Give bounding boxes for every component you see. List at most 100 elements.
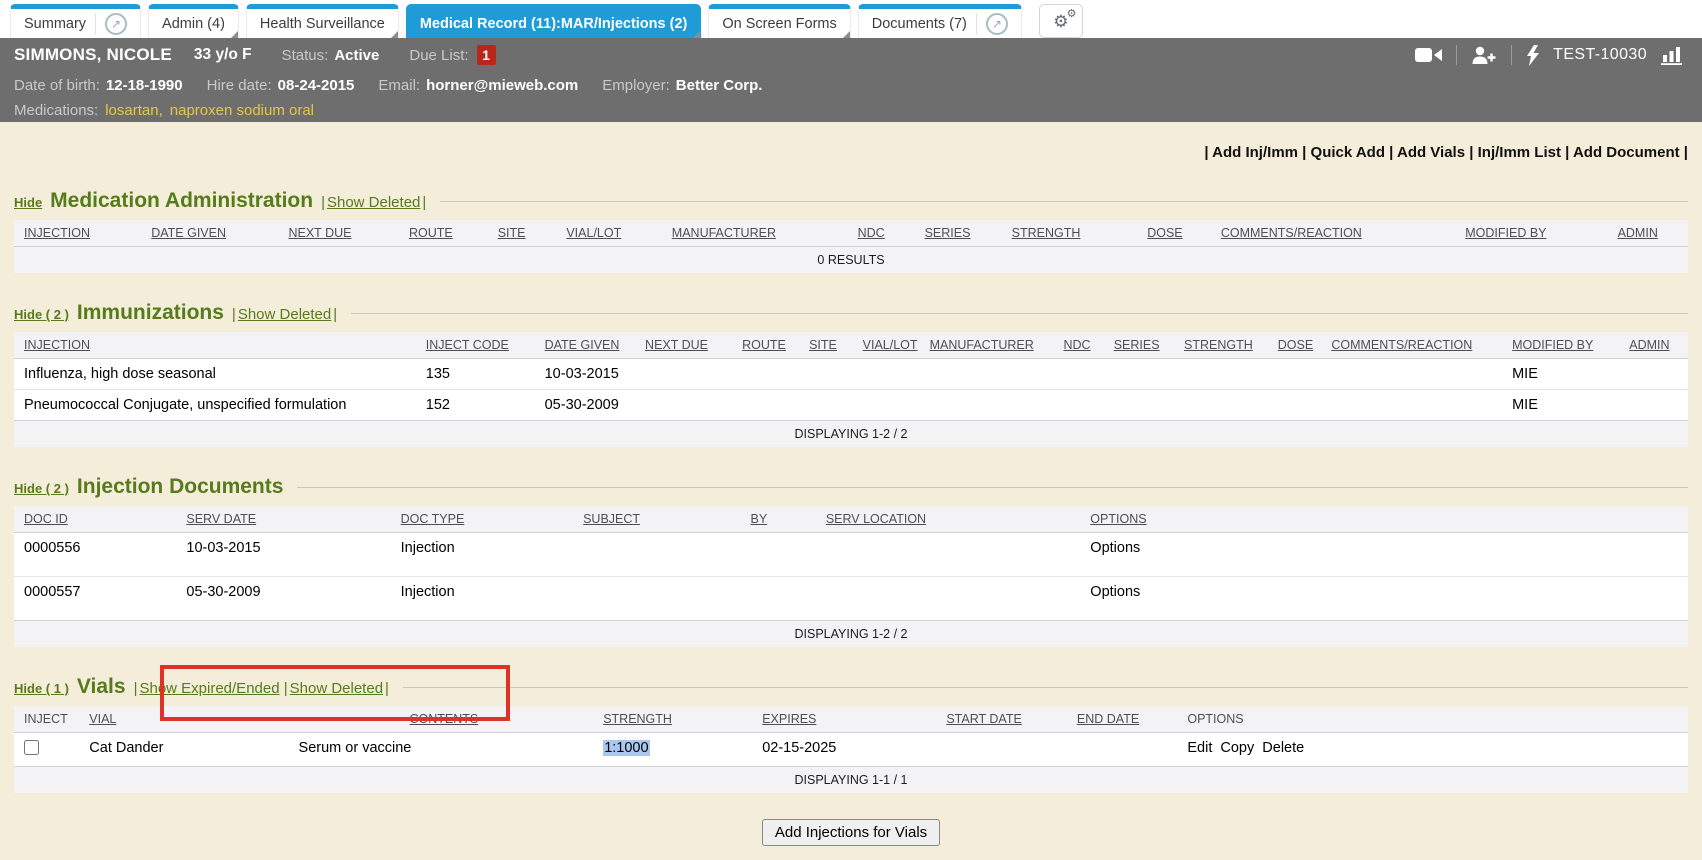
- due-list-badge[interactable]: 1: [477, 45, 496, 65]
- quick-add-link[interactable]: Quick Add: [1302, 144, 1385, 161]
- tab-admin[interactable]: Admin (4): [148, 4, 239, 38]
- add-vials-link[interactable]: Add Vials: [1389, 144, 1465, 161]
- document-row[interactable]: 0000556 10-03-2015 Injection Options: [14, 533, 1688, 577]
- hide-link[interactable]: Hide: [14, 195, 42, 210]
- add-injections-for-vials-button[interactable]: Add Injections for Vials: [762, 819, 940, 846]
- tab-on-screen-forms[interactable]: On Screen Forms: [708, 4, 850, 38]
- column-header[interactable]: CONTENTS: [289, 706, 594, 733]
- column-header[interactable]: NEXT DUE: [278, 220, 399, 247]
- lightning-bolt-icon[interactable]: [1526, 45, 1539, 66]
- show-deleted-link[interactable]: Show Deleted: [232, 306, 337, 323]
- column-header[interactable]: COMMENTS/REACTION: [1321, 332, 1502, 359]
- column-header[interactable]: INJECTION: [14, 220, 141, 247]
- video-camera-icon[interactable]: [1415, 46, 1442, 64]
- column-header[interactable]: INJECT CODE: [416, 332, 535, 359]
- column-header[interactable]: DOC TYPE: [391, 506, 573, 533]
- popout-icon[interactable]: ↗: [105, 13, 127, 35]
- hide-link[interactable]: Hide ( 2 ): [14, 481, 69, 496]
- add-inj-imm-link[interactable]: Add Inj/Imm: [1204, 144, 1298, 161]
- medication-link-naproxen[interactable]: naproxen sodium oral: [170, 102, 314, 119]
- tab-medical-record[interactable]: Medical Record (11):MAR/Injections (2): [406, 4, 702, 38]
- section-rule: [351, 313, 1688, 314]
- cell-date-given: 10-03-2015: [535, 359, 635, 390]
- column-header[interactable]: SERV LOCATION: [816, 506, 1080, 533]
- delete-link[interactable]: Delete: [1262, 740, 1304, 756]
- column-header[interactable]: OPTIONS: [1080, 506, 1688, 533]
- vial-row[interactable]: Cat Dander Serum or vaccine 1:1000 02-15…: [14, 733, 1688, 767]
- show-deleted-link[interactable]: Show Deleted: [284, 680, 389, 697]
- show-expired-ended-link[interactable]: Show Expired/Ended: [134, 680, 280, 697]
- show-deleted-link[interactable]: Show Deleted: [321, 194, 426, 211]
- inj-imm-list-link[interactable]: Inj/Imm List: [1469, 144, 1561, 161]
- section-title: Immunizations: [77, 301, 224, 325]
- column-header[interactable]: VIAL/LOT: [853, 332, 920, 359]
- immunization-row[interactable]: Influenza, high dose seasonal 135 10-03-…: [14, 359, 1688, 390]
- column-header[interactable]: MANUFACTURER: [662, 220, 848, 247]
- dob-value: 12-18-1990: [106, 77, 183, 94]
- table-header-row: INJECT VIAL CONTENTS STRENGTH EXPIRES ST…: [14, 706, 1688, 733]
- tab-documents[interactable]: Documents (7) ↗: [858, 4, 1022, 38]
- column-header[interactable]: SUBJECT: [573, 506, 740, 533]
- column-header[interactable]: NEXT DUE: [635, 332, 732, 359]
- column-header[interactable]: STRENGTH: [593, 706, 752, 733]
- options-link[interactable]: Options: [1080, 533, 1688, 577]
- vial-checkbox[interactable]: [24, 740, 39, 755]
- app-screen: Summary ↗ Admin (4) Health Surveillance …: [0, 0, 1702, 860]
- cell-doc-type: Injection: [391, 533, 573, 577]
- settings-button[interactable]: ⚙⚙: [1039, 4, 1083, 38]
- document-row[interactable]: 0000557 05-30-2009 Injection Options: [14, 577, 1688, 621]
- tab-summary[interactable]: Summary ↗: [10, 4, 141, 38]
- immunization-row[interactable]: Pneumococcal Conjugate, unspecified form…: [14, 390, 1688, 421]
- column-header[interactable]: BY: [740, 506, 815, 533]
- column-header[interactable]: START DATE: [936, 706, 1067, 733]
- column-header[interactable]: END DATE: [1067, 706, 1177, 733]
- column-header[interactable]: NDC: [1054, 332, 1104, 359]
- hide-link[interactable]: Hide ( 2 ): [14, 307, 69, 322]
- tab-label: Admin (4): [162, 16, 225, 32]
- column-header[interactable]: VIAL/LOT: [556, 220, 661, 247]
- copy-link[interactable]: Copy: [1220, 740, 1254, 756]
- tab-health-surveillance[interactable]: Health Surveillance: [246, 4, 399, 38]
- bar-chart-icon[interactable]: [1661, 46, 1684, 65]
- column-header[interactable]: DOSE: [1137, 220, 1211, 247]
- injection-documents-table: DOC ID SERV DATE DOC TYPE SUBJECT BY SER…: [14, 506, 1688, 647]
- column-header[interactable]: EXPIRES: [752, 706, 936, 733]
- medication-link-losartan[interactable]: losartan,: [105, 102, 163, 119]
- column-header[interactable]: COMMENTS/REACTION: [1211, 220, 1455, 247]
- options-link[interactable]: Options: [1080, 577, 1688, 621]
- column-header[interactable]: INJECTION: [14, 332, 416, 359]
- hide-link[interactable]: Hide ( 1 ): [14, 681, 69, 696]
- cell-modified-by: MIE: [1502, 359, 1619, 390]
- employer-value: Better Corp.: [676, 77, 763, 94]
- column-header[interactable]: DATE GIVEN: [141, 220, 278, 247]
- add-person-icon[interactable]: [1471, 46, 1497, 65]
- column-header[interactable]: DOSE: [1268, 332, 1322, 359]
- column-header[interactable]: STRENGTH: [1174, 332, 1268, 359]
- column-header[interactable]: ROUTE: [732, 332, 799, 359]
- cell-serv-date: 05-30-2009: [176, 577, 390, 621]
- column-header[interactable]: SITE: [488, 220, 557, 247]
- section-links: Show Deleted: [232, 306, 337, 323]
- column-header[interactable]: ROUTE: [399, 220, 488, 247]
- edit-link[interactable]: Edit: [1187, 740, 1212, 756]
- column-header[interactable]: SERIES: [1104, 332, 1174, 359]
- section-title: Injection Documents: [77, 475, 284, 499]
- column-header[interactable]: SITE: [799, 332, 853, 359]
- column-header[interactable]: ADMIN: [1619, 332, 1688, 359]
- column-header[interactable]: NDC: [848, 220, 915, 247]
- email-label: Email:: [378, 77, 420, 94]
- column-header[interactable]: SERV DATE: [176, 506, 390, 533]
- column-header[interactable]: SERIES: [915, 220, 1002, 247]
- popout-icon[interactable]: ↗: [986, 13, 1008, 35]
- column-header[interactable]: ADMIN: [1608, 220, 1688, 247]
- add-document-link[interactable]: Add Document: [1565, 144, 1688, 161]
- column-header[interactable]: VIAL: [79, 706, 288, 733]
- column-header[interactable]: MODIFIED BY: [1455, 220, 1607, 247]
- medications-label: Medications:: [14, 102, 98, 119]
- column-header[interactable]: MANUFACTURER: [920, 332, 1054, 359]
- column-header[interactable]: STRENGTH: [1002, 220, 1138, 247]
- column-header[interactable]: MODIFIED BY: [1502, 332, 1619, 359]
- hire-date-value: 08-24-2015: [278, 77, 355, 94]
- column-header[interactable]: DOC ID: [14, 506, 176, 533]
- column-header[interactable]: DATE GIVEN: [535, 332, 635, 359]
